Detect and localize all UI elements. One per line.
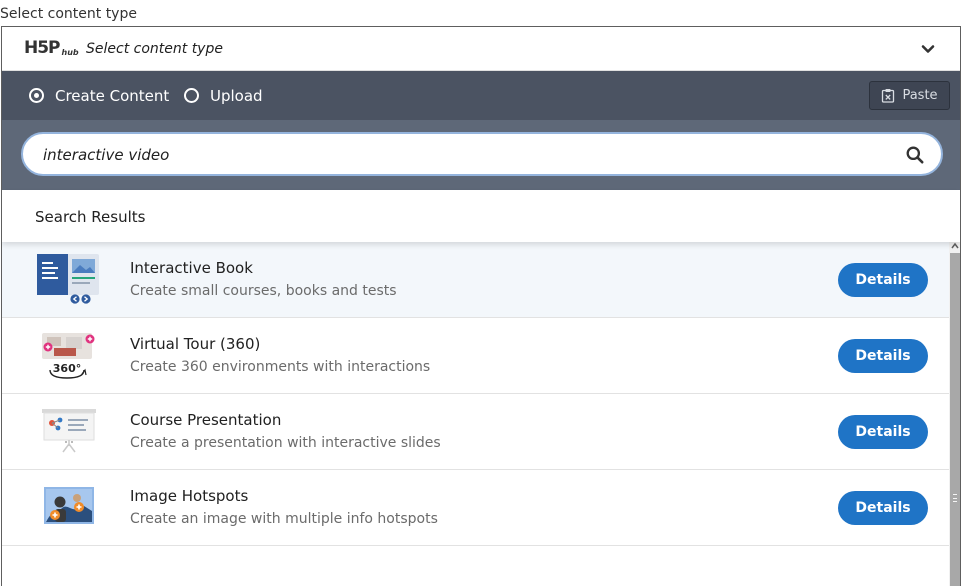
content-type-title[interactable]: Course Presentation	[130, 411, 281, 429]
badge-360: 360°	[53, 362, 81, 375]
content-type-title[interactable]: Image Hotspots	[130, 487, 248, 505]
radio-unselected-icon[interactable]	[184, 88, 199, 103]
search-box[interactable]	[21, 132, 943, 176]
results-list: Interactive Book Create small courses, b…	[2, 242, 949, 586]
course-presentation-icon	[42, 409, 96, 453]
list-item[interactable]: Course Presentation Create a presentatio…	[2, 394, 949, 470]
details-button[interactable]: Details	[838, 491, 928, 525]
hub-header[interactable]: H5P hub Select content type	[2, 27, 960, 71]
content-type-description: Create an image with multiple info hotsp…	[130, 511, 438, 527]
paste-label: Paste	[902, 88, 938, 103]
paste-button[interactable]: Paste	[869, 81, 950, 110]
list-item[interactable]: Interactive Book Create small courses, b…	[2, 242, 949, 318]
h5p-hub-logo: H5P hub	[24, 38, 79, 58]
list-item[interactable]: 360° Virtual Tour (360) Create 360 envir…	[2, 318, 949, 394]
scrollbar-grip-icon	[953, 494, 957, 502]
results-title: Search Results	[35, 208, 146, 226]
content-type-description: Create a presentation with interactive s…	[130, 435, 441, 451]
content-type-hub: H5P hub Select content type Create Conten…	[1, 26, 961, 586]
image-hotspots-icon	[44, 487, 94, 524]
tab-label: Upload	[210, 86, 263, 105]
results-header: Search Results	[2, 190, 960, 242]
tab-create-content[interactable]: Create Content	[29, 71, 169, 120]
search-icon[interactable]	[905, 145, 925, 165]
field-label: Select content type	[0, 6, 137, 22]
logo-text: H5P	[24, 38, 61, 58]
details-button[interactable]: Details	[838, 263, 928, 297]
details-button[interactable]: Details	[838, 415, 928, 449]
chevron-down-icon[interactable]	[920, 41, 936, 57]
content-type-title[interactable]: Virtual Tour (360)	[130, 335, 260, 353]
interactive-book-icon	[37, 254, 99, 304]
content-type-description: Create 360 environments with interaction…	[130, 359, 431, 375]
virtual-tour-icon: 360°	[42, 333, 95, 379]
tabs-bar: Create Content Upload Paste	[2, 71, 960, 120]
radio-selected-icon[interactable]	[29, 88, 44, 103]
logo-sub: hub	[61, 48, 79, 57]
content-type-title[interactable]: Interactive Book	[130, 259, 253, 277]
search-band	[2, 120, 960, 190]
clipboard-icon	[882, 89, 895, 103]
details-button[interactable]: Details	[838, 339, 928, 373]
tab-upload[interactable]: Upload	[184, 71, 263, 120]
search-input[interactable]	[43, 144, 883, 166]
scrollbar-thumb[interactable]	[950, 253, 960, 586]
content-type-description: Create small courses, books and tests	[130, 283, 397, 299]
tab-label: Create Content	[55, 86, 170, 105]
header-title: Select content type	[86, 41, 223, 57]
list-item[interactable]: Image Hotspots Create an image with mult…	[2, 470, 949, 546]
